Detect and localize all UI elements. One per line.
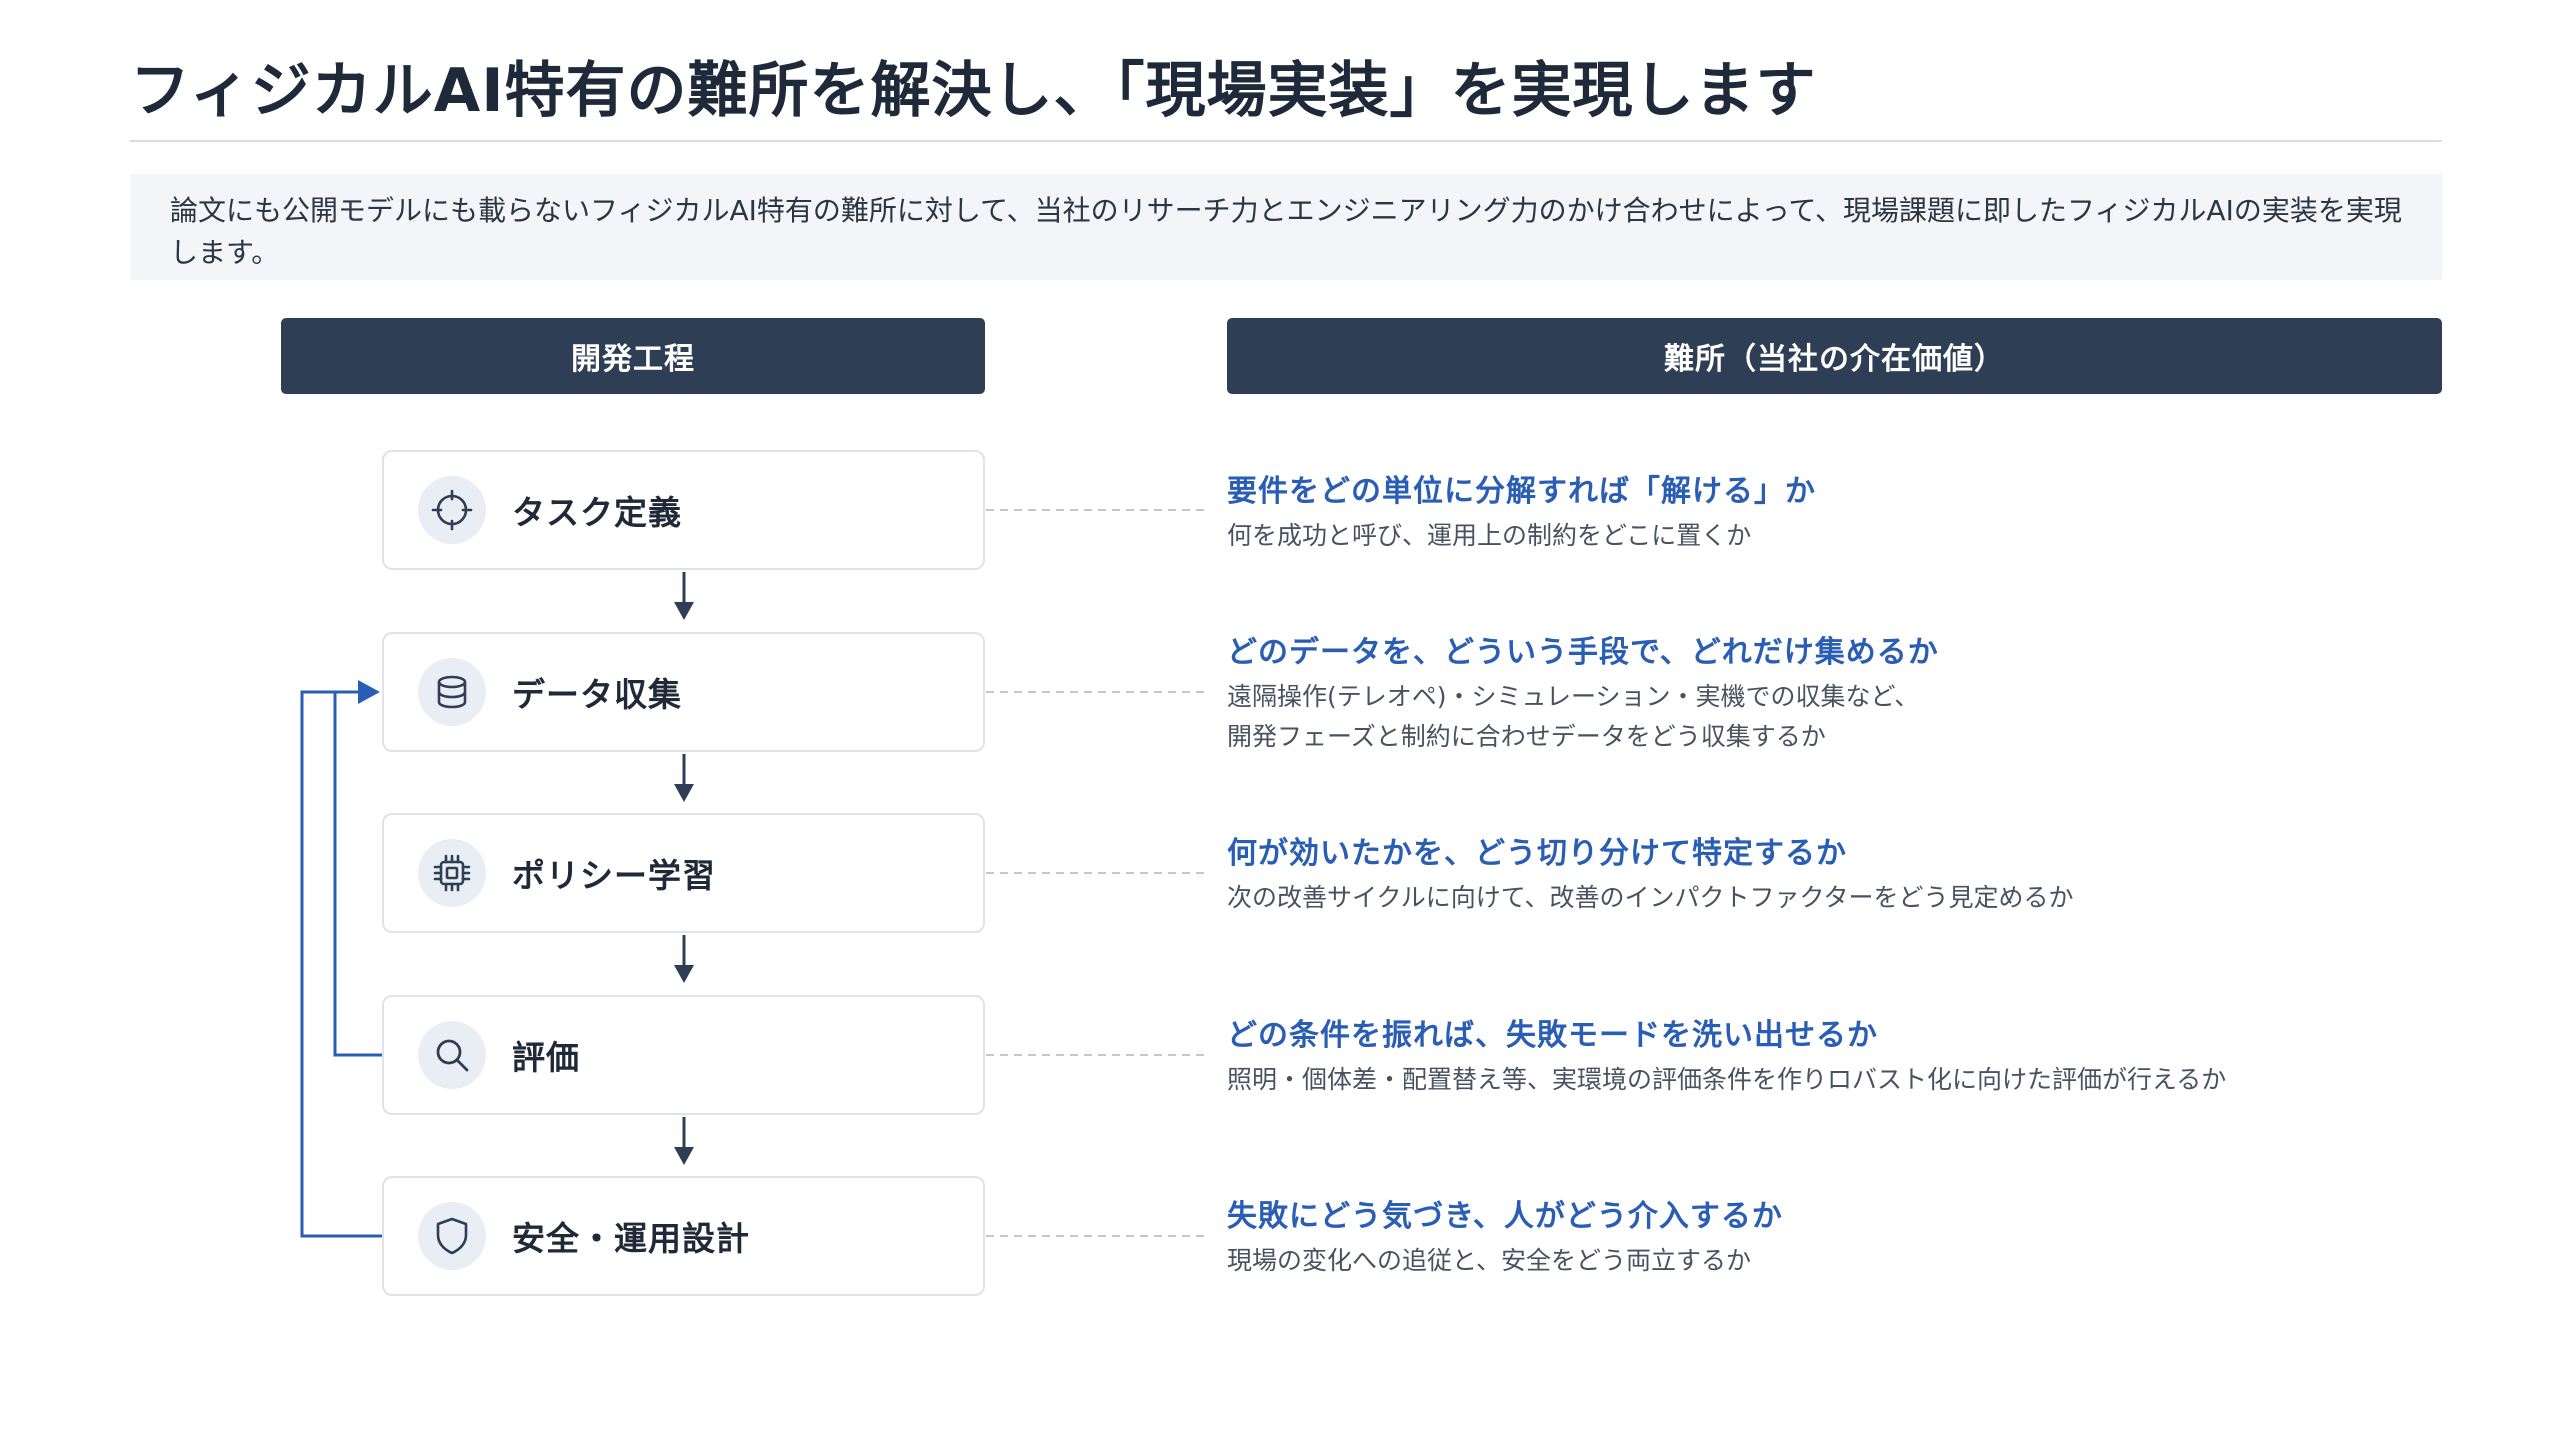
difficulty-item: 何が効いたかを、どう切り分けて特定するか 次の改善サイクルに向けて、改善のインパ… [1227, 832, 2442, 918]
difficulty-detail: 照明・個体差・配置替え等、実環境の評価条件を作りロバスト化に向けた評価が行えるか [1227, 1065, 2227, 1094]
dashed-leaders [986, 509, 1205, 1237]
difficulty-detail: 遠隔操作(テレオペ)・シミュレーション・実機での収集など、 [1227, 682, 1920, 711]
step-evaluation: 評価 [382, 995, 985, 1115]
shield-icon [418, 1202, 486, 1270]
flow-arrowhead [674, 1147, 694, 1165]
chip-icon [418, 839, 486, 907]
step-label: 安全・運用設計 [512, 1219, 750, 1258]
step-data-collection: データ収集 [382, 632, 985, 752]
difficulty-detail: 現場の変化への追従と、安全をどう両立するか [1227, 1246, 1752, 1275]
step-label: ポリシー学習 [512, 856, 716, 895]
search-icon [418, 1021, 486, 1089]
difficulty-detail: 何を成功と呼び、運用上の制約をどこに置くか [1227, 521, 1752, 550]
step-task-definition: タスク定義 [382, 450, 985, 570]
database-icon [418, 658, 486, 726]
difficulty-detail: 開発フェーズと制約に合わせデータをどう収集するか [1227, 722, 1826, 751]
flow-arrowhead [674, 784, 694, 802]
difficulty-item: どの条件を振れば、失敗モードを洗い出せるか 照明・個体差・配置替え等、実環境の評… [1227, 1014, 2442, 1100]
step-policy-learning: ポリシー学習 [382, 813, 985, 933]
difficulty-detail: 次の改善サイクルに向けて、改善のインパクトファクターをどう見定めるか [1227, 883, 2074, 912]
step-label: タスク定義 [512, 493, 682, 532]
feedback-loops [300, 680, 382, 1238]
difficulty-title: どの条件を振れば、失敗モードを洗い出せるか [1227, 1018, 1878, 1053]
difficulty-item: 要件をどの単位に分解すれば「解ける」か 何を成功と呼び、運用上の制約をどこに置く… [1227, 470, 2442, 556]
difficulty-title: 失敗にどう気づき、人がどう介入するか [1227, 1199, 1783, 1234]
feedback-loop-safety [300, 690, 382, 1238]
crosshair-icon [418, 476, 486, 544]
flow-arrowhead [674, 965, 694, 983]
flow-arrowhead [674, 602, 694, 620]
difficulty-item: どのデータを、どういう手段で、どれだけ集めるか 遠隔操作(テレオペ)・シミュレー… [1227, 631, 2442, 757]
step-label: データ収集 [512, 675, 682, 714]
difficulty-title: どのデータを、どういう手段で、どれだけ集めるか [1227, 635, 1939, 670]
step-label: 評価 [512, 1038, 580, 1077]
difficulty-item: 失敗にどう気づき、人がどう介入するか 現場の変化への追従と、安全をどう両立するか [1227, 1195, 2442, 1281]
step-safety-operation-design: 安全・運用設計 [382, 1176, 985, 1296]
difficulty-title: 要件をどの単位に分解すれば「解ける」か [1227, 474, 1816, 509]
feedback-arrowhead [358, 680, 380, 704]
difficulty-title: 何が効いたかを、どう切り分けて特定するか [1227, 836, 1847, 871]
feedback-loop-evaluation [333, 690, 382, 1057]
